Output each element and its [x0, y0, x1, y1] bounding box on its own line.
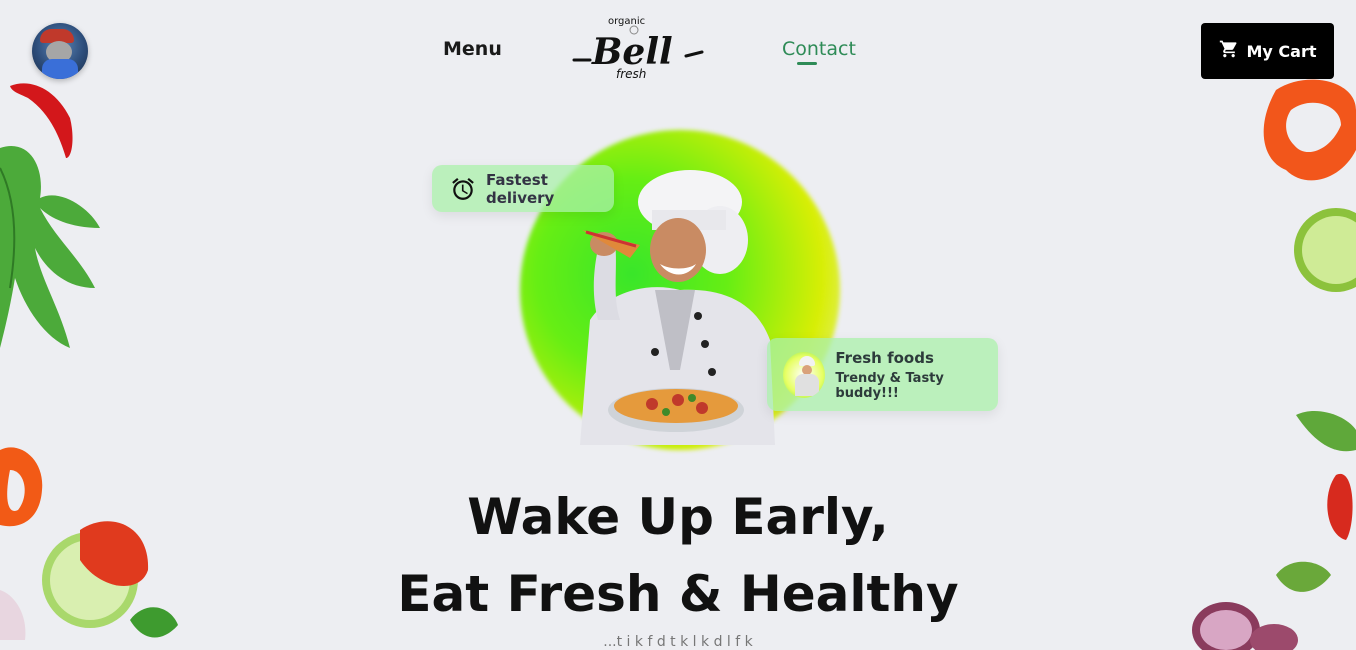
logo-bottom-text: fresh	[616, 67, 646, 81]
cart-label: My Cart	[1246, 41, 1317, 61]
fresh-foods-badge: Fresh foods Trendy & Tasty buddy!!!	[767, 338, 998, 411]
fresh-foods-title: Fresh foods	[835, 348, 934, 367]
hero-headline-line2: Eat Fresh & Healthy	[397, 565, 959, 623]
hero-headline-line1: Wake Up Early,	[467, 488, 889, 546]
veggies-decoration-right	[1263, 79, 1356, 292]
nav-menu-link[interactable]: Menu	[443, 38, 502, 60]
delivery-badge-label: Fastest delivery	[486, 170, 555, 207]
hero-subtext: ...t i k f d t k l k d l f k	[603, 634, 753, 650]
fresh-foods-subtitle: Trendy & Tasty buddy!!!	[835, 370, 944, 401]
herb-decoration-left	[0, 83, 100, 348]
chef-thumbnail	[783, 351, 826, 398]
cart-icon	[1219, 39, 1239, 63]
alarm-clock-icon	[450, 176, 476, 202]
fastest-delivery-badge: Fastest delivery	[432, 165, 614, 212]
brand-logo[interactable]: organic Bell fresh	[568, 12, 708, 84]
nav-contact-link[interactable]: Contact	[782, 38, 856, 60]
active-underline	[797, 62, 817, 65]
logo-top-text: organic	[608, 16, 645, 27]
user-avatar[interactable]	[32, 23, 88, 79]
